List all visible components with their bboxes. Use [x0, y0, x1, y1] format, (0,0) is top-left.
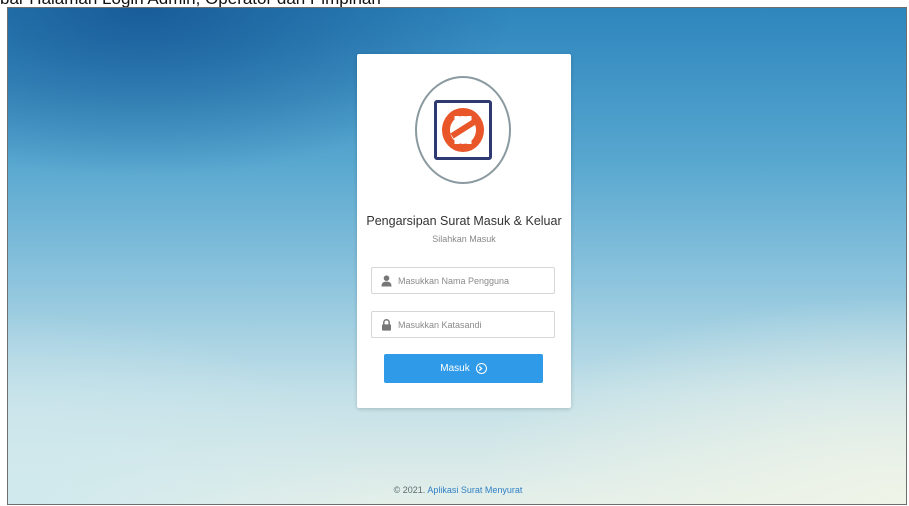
- login-button-label: Masuk: [440, 363, 470, 374]
- username-input[interactable]: [398, 268, 548, 293]
- password-field[interactable]: [371, 311, 555, 338]
- circle-chevron-right-icon: [475, 363, 487, 374]
- user-icon: [381, 275, 392, 287]
- login-card: Pengarsipan Surat Masuk & Keluar Silahka…: [357, 54, 571, 408]
- footer-copyright: © 2021.: [393, 485, 426, 495]
- logo-badge: [434, 100, 492, 160]
- lock-icon: [382, 319, 391, 331]
- logo-mark-icon: [442, 108, 484, 152]
- app-subtitle: Silahkan Masuk: [432, 234, 496, 244]
- footer: © 2021. Aplikasi Surat Menyurat: [8, 485, 906, 495]
- footer-app-link[interactable]: Aplikasi Surat Menyurat: [427, 485, 522, 495]
- password-input[interactable]: [398, 312, 548, 337]
- app-title: Pengarsipan Surat Masuk & Keluar: [366, 214, 562, 228]
- logo-icon: [415, 76, 511, 184]
- login-button[interactable]: Masuk: [384, 354, 543, 383]
- username-field[interactable]: [371, 267, 555, 294]
- login-page: Pengarsipan Surat Masuk & Keluar Silahka…: [7, 7, 907, 505]
